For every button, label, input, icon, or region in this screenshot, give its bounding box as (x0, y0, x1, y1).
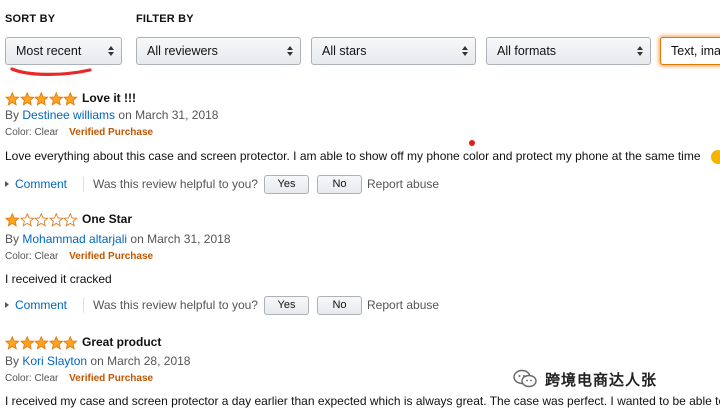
review-body: I received it cracked (5, 272, 112, 286)
star-filled-icon (48, 92, 63, 106)
review-byline: By Kori Slayton on March 28, 2018 (5, 354, 190, 368)
by-label: By (5, 232, 20, 246)
star-empty-icon (34, 213, 49, 227)
star-filled-icon (5, 92, 20, 106)
color-variant: Color: Clear (5, 373, 59, 384)
review-meta: Color: Clear Verified Purchase (5, 251, 153, 262)
helpful-prompt: Was this review helpful to you? (93, 298, 258, 312)
star-filled-icon (5, 213, 20, 227)
review-item: Love it !!! By Destinee williams on Marc… (5, 91, 720, 195)
star-filled-icon (48, 336, 63, 350)
wechat-icon (513, 369, 537, 388)
color-variant: Color: Clear (5, 127, 59, 138)
star-filled-icon (19, 336, 34, 350)
review-actions: Comment Was this review helpful to you? … (5, 175, 465, 195)
star-empty-icon (63, 213, 78, 227)
review-date: on March 31, 2018 (130, 232, 231, 246)
red-dot-mark (469, 140, 475, 146)
star-rating (5, 92, 78, 106)
review-actions: Comment Was this review helpful to you? … (5, 296, 465, 316)
review-title[interactable]: Love it !!! (82, 91, 136, 105)
reviewers-dropdown-value: All reviewers (147, 44, 218, 58)
star-empty-icon (48, 213, 63, 227)
star-empty-icon (19, 213, 34, 227)
star-filled-icon (34, 336, 49, 350)
separator (83, 298, 84, 313)
no-button[interactable]: No (317, 175, 362, 194)
review-body: Love everything about this case and scre… (5, 149, 701, 163)
expand-triangle-icon (5, 181, 9, 187)
star-filled-icon (5, 336, 20, 350)
star-filled-icon (19, 92, 34, 106)
sort-by-label: SORT BY (5, 13, 56, 25)
updown-arrows-icon (462, 46, 468, 56)
review-title[interactable]: One Star (82, 212, 132, 226)
formats-dropdown[interactable]: All formats (486, 37, 651, 65)
updown-arrows-icon (108, 46, 114, 56)
yes-button[interactable]: Yes (264, 175, 309, 194)
star-rating (5, 213, 78, 227)
updown-arrows-icon (287, 46, 293, 56)
stars-dropdown-value: All stars (322, 44, 367, 58)
expand-triangle-icon (5, 302, 9, 308)
comment-link[interactable]: Comment (15, 177, 67, 191)
verified-badge: Verified Purchase (69, 373, 154, 384)
review-byline: By Mohammad altarjali on March 31, 2018 (5, 232, 231, 246)
no-button[interactable]: No (317, 296, 362, 315)
sort-dropdown-value: Most recent (16, 44, 82, 58)
watermark: 跨境电商达人张 (513, 368, 657, 390)
verified-badge: Verified Purchase (69, 127, 154, 138)
by-label: By (5, 108, 20, 122)
star-filled-icon (63, 336, 78, 350)
by-label: By (5, 354, 20, 368)
reviewers-dropdown[interactable]: All reviewers (136, 37, 301, 65)
review-author[interactable]: Kori Slayton (22, 354, 87, 368)
yes-button[interactable]: Yes (264, 296, 309, 315)
color-variant: Color: Clear (5, 251, 59, 262)
underline-annotation (10, 67, 92, 76)
updown-arrows-icon (637, 46, 643, 56)
emoji-icon (711, 150, 720, 164)
review-meta: Color: Clear Verified Purchase (5, 127, 153, 138)
watermark-text: 跨境电商达人张 (545, 371, 658, 389)
verified-badge: Verified Purchase (69, 251, 154, 262)
review-title[interactable]: Great product (82, 335, 161, 349)
report-abuse-link[interactable]: Report abuse (367, 298, 439, 312)
separator (83, 177, 84, 192)
sort-dropdown[interactable]: Most recent (5, 37, 122, 65)
formats-dropdown-value: All formats (497, 44, 557, 58)
review-date: on March 31, 2018 (118, 108, 219, 122)
media-dropdown[interactable]: Text, ima (660, 37, 720, 65)
review-date: on March 28, 2018 (90, 354, 191, 368)
review-meta: Color: Clear Verified Purchase (5, 373, 153, 384)
comment-link[interactable]: Comment (15, 298, 67, 312)
review-item: One Star By Mohammad altarjali on March … (5, 212, 720, 316)
review-author[interactable]: Destinee williams (22, 108, 115, 122)
review-body: I received my case and screen protector … (5, 394, 720, 408)
filter-by-label: FILTER BY (136, 13, 194, 25)
media-dropdown-value: Text, ima (671, 44, 720, 58)
helpful-prompt: Was this review helpful to you? (93, 177, 258, 191)
star-rating (5, 336, 78, 350)
star-filled-icon (34, 92, 49, 106)
review-byline: By Destinee williams on March 31, 2018 (5, 108, 218, 122)
review-author[interactable]: Mohammad altarjali (22, 232, 127, 246)
report-abuse-link[interactable]: Report abuse (367, 177, 439, 191)
star-filled-icon (63, 92, 78, 106)
stars-dropdown[interactable]: All stars (311, 37, 476, 65)
